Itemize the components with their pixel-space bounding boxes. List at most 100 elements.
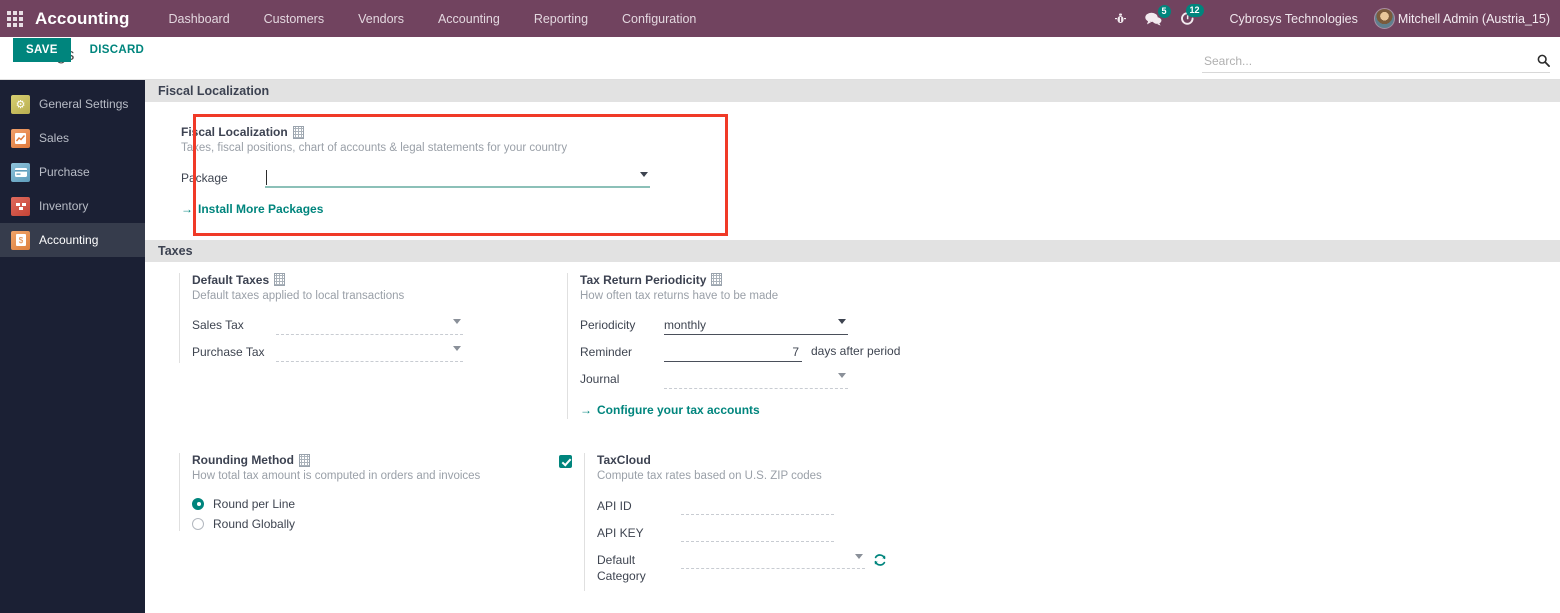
purchase-tax-input[interactable] — [276, 343, 463, 362]
api-key-label: API KEY — [597, 525, 644, 540]
setting-description: Compute tax rates based on U.S. ZIP code… — [597, 470, 822, 483]
taxes-row-2: Rounding Method How total tax amount is … — [145, 442, 1560, 602]
sidebar-item-general-settings[interactable]: ⚙ General Settings — [0, 87, 145, 121]
save-button[interactable]: SAVE — [13, 38, 71, 62]
radio-round-globally[interactable]: Round Globally — [192, 517, 553, 531]
arrow-right-icon: → — [580, 403, 592, 418]
sidebar-item-accounting[interactable]: $ Accounting — [0, 223, 145, 257]
journal-label: Journal — [580, 372, 620, 387]
setting-title: Rounding Method — [192, 453, 553, 467]
default-category-input[interactable] — [681, 551, 865, 570]
setting-fiscal-localization: Fiscal Localization Taxes, fiscal positi… — [145, 102, 705, 240]
sidebar-label: Accounting — [39, 233, 99, 247]
chart-icon — [11, 128, 30, 148]
main-menu: Dashboard Customers Vendors Accounting R… — [152, 2, 714, 36]
sales-tax-label: Sales Tax — [192, 318, 244, 333]
company-building-icon — [711, 273, 723, 287]
sidebar-label: Purchase — [39, 165, 90, 179]
menu-dashboard[interactable]: Dashboard — [152, 2, 247, 36]
company-building-icon — [292, 125, 304, 139]
arrow-right-icon: → — [181, 201, 193, 216]
periodicity-label: Periodicity — [580, 318, 636, 333]
install-more-packages-link[interactable]: → Install More Packages — [181, 202, 323, 216]
setting-description: Taxes, fiscal positions, chart of accoun… — [181, 142, 568, 154]
package-label: Package — [181, 170, 228, 185]
menu-configuration[interactable]: Configuration — [605, 2, 713, 36]
company-building-icon — [298, 453, 310, 467]
bug-icon[interactable] — [1114, 12, 1127, 26]
reminder-field-row: Reminder days after period — [580, 343, 973, 363]
default-category-field-row: Default Category — [597, 551, 973, 584]
boxes-icon — [11, 196, 30, 216]
refresh-icon[interactable] — [873, 551, 887, 570]
api-id-label: API ID — [597, 498, 632, 513]
sidebar-item-purchase[interactable]: Purchase — [0, 155, 145, 189]
menu-reporting[interactable]: Reporting — [517, 2, 605, 36]
setting-title: Fiscal Localization — [181, 125, 705, 139]
card-icon — [11, 162, 30, 182]
sales-tax-input[interactable] — [276, 316, 463, 335]
top-navbar: Accounting Dashboard Customers Vendors A… — [0, 0, 1560, 37]
radio-selected-icon — [192, 497, 204, 510]
setting-taxcloud: TaxCloud Compute tax rates based on U.S.… — [553, 442, 973, 602]
search-icon[interactable] — [1537, 54, 1550, 69]
user-avatar — [1373, 8, 1395, 29]
reminder-input[interactable] — [664, 343, 802, 363]
gear-icon: ⚙ — [11, 94, 30, 114]
setting-description: Default taxes applied to local transacti… — [192, 289, 405, 302]
package-field-row: Package — [181, 169, 705, 189]
link-label: Configure your tax accounts — [597, 403, 760, 418]
setting-description: How total tax amount is computed in orde… — [192, 470, 481, 483]
radio-unselected-icon — [192, 517, 204, 530]
purchase-tax-label: Purchase Tax — [192, 345, 265, 360]
taxcloud-checkbox[interactable] — [559, 455, 572, 469]
activities-count-badge: 12 — [1185, 4, 1204, 17]
purchase-tax-field-row: Purchase Tax — [192, 343, 553, 363]
clock-icon[interactable]: 12 — [1180, 4, 1204, 26]
user-menu[interactable]: Mitchell Admin (Austria_15) — [1373, 8, 1550, 29]
control-panel: Settings — [0, 37, 1560, 80]
package-input[interactable] — [265, 169, 650, 189]
radio-label: Round Globally — [213, 516, 296, 531]
setting-title: Tax Return Periodicity — [580, 273, 973, 287]
apps-grid-icon[interactable] — [0, 0, 30, 37]
setting-tax-return-periodicity: Tax Return Periodicity How often tax ret… — [553, 262, 973, 431]
settings-content: Fiscal Localization Fiscal Localization … — [145, 80, 1560, 613]
section-header-fiscal-localization: Fiscal Localization — [145, 80, 1560, 102]
radio-label: Round per Line — [213, 496, 296, 511]
reminder-label: Reminder — [580, 345, 633, 360]
default-category-label: Default Category — [597, 552, 646, 583]
journal-input[interactable] — [664, 370, 848, 389]
chat-bubble-icon[interactable]: 5 — [1144, 4, 1171, 26]
menu-vendors[interactable]: Vendors — [341, 2, 421, 36]
menu-accounting[interactable]: Accounting — [421, 2, 517, 36]
app-brand-accounting[interactable]: Accounting — [35, 9, 130, 29]
sidebar-item-inventory[interactable]: Inventory — [0, 189, 145, 223]
taxes-row-1: Default Taxes Default taxes applied to l… — [145, 262, 1560, 431]
configure-tax-accounts-link[interactable]: → Configure your tax accounts — [580, 403, 760, 417]
search-input[interactable] — [1202, 53, 1537, 69]
svg-text:$: $ — [18, 236, 23, 245]
api-key-field-row: API KEY — [597, 524, 973, 544]
sidebar-label: Sales — [39, 131, 70, 145]
reminder-suffix-label: days after period — [811, 344, 901, 359]
company-switcher[interactable]: Cybrosys Technologies — [1230, 12, 1358, 26]
company-building-icon — [274, 273, 286, 287]
page-body: ⚙ General Settings Sales Purchase Invent… — [0, 80, 1560, 613]
form-action-buttons: SAVE DISCARD — [13, 38, 154, 62]
invoice-icon: $ — [11, 230, 30, 250]
sidebar-item-sales[interactable]: Sales — [0, 121, 145, 155]
api-id-input[interactable] — [681, 497, 834, 516]
api-key-input[interactable] — [681, 524, 834, 543]
setting-rounding-method: Rounding Method How total tax amount is … — [145, 442, 553, 602]
journal-field-row: Journal — [580, 370, 973, 390]
setting-title: TaxCloud — [597, 453, 651, 468]
radio-round-per-line[interactable]: Round per Line — [192, 497, 553, 511]
sidebar-label: Inventory — [39, 199, 89, 213]
discard-button[interactable]: DISCARD — [80, 38, 155, 62]
menu-customers[interactable]: Customers — [247, 2, 341, 36]
navbar-right-tools: 5 12 Cybrosys Technologies Mitchell Admi… — [1105, 0, 1560, 37]
user-name-label: Mitchell Admin (Austria_15) — [1397, 11, 1550, 26]
periodicity-input[interactable] — [664, 316, 848, 336]
setting-default-taxes: Default Taxes Default taxes applied to l… — [145, 262, 553, 431]
